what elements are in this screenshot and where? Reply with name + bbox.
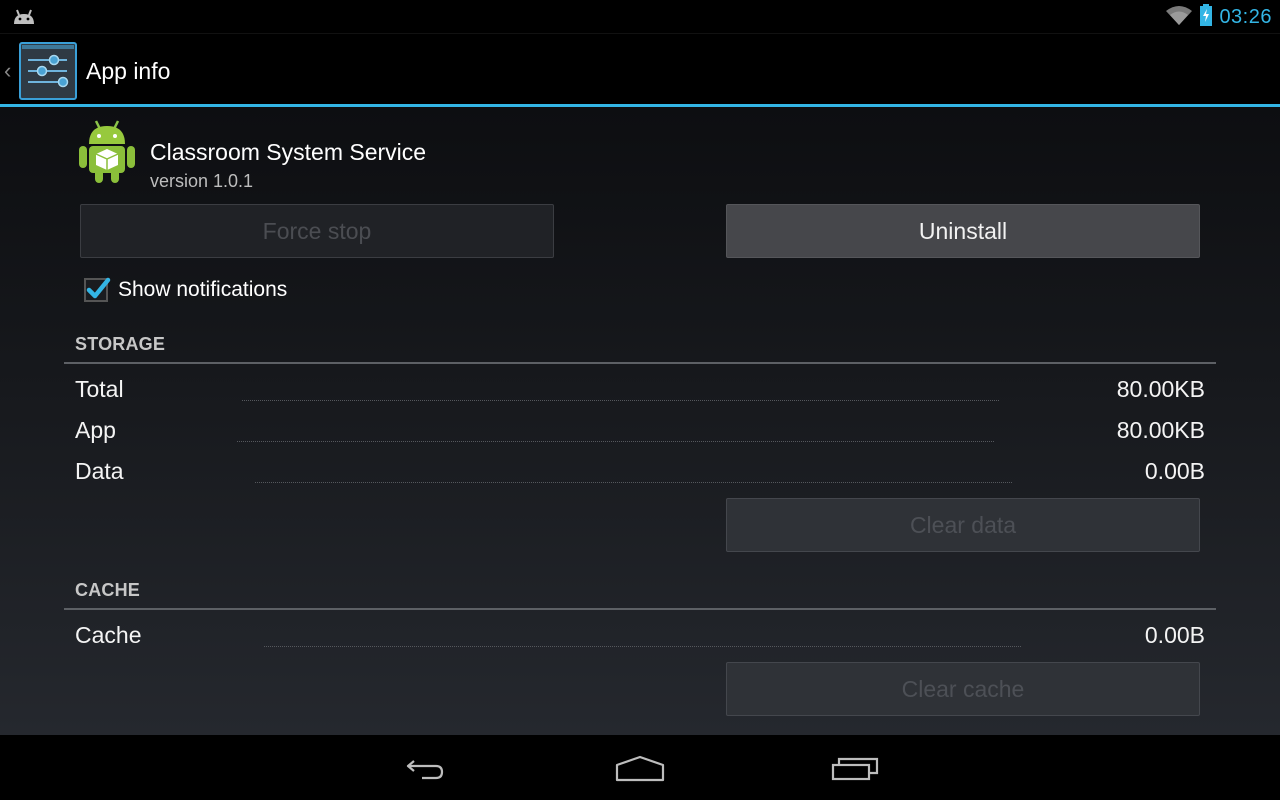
storage-label: Data: [75, 458, 124, 484]
page-title: App info: [86, 58, 171, 84]
cache-section-header: CACHE: [75, 580, 141, 600]
storage-row-data: Data 0.00B: [75, 458, 1205, 492]
action-bar: ‹ App info: [0, 33, 1280, 105]
dotted-leader: [242, 400, 999, 401]
storage-section-header: STORAGE: [75, 334, 166, 354]
up-caret-icon[interactable]: ‹: [4, 60, 11, 82]
storage-value: 80.00KB: [1116, 376, 1205, 402]
uninstall-button[interactable]: Uninstall: [726, 204, 1200, 258]
app-info-content: Classroom System Service version 1.0.1 F…: [0, 107, 1280, 735]
status-clock: 03:26: [1219, 5, 1272, 28]
storage-value: 80.00KB: [1116, 417, 1205, 443]
navigation-bar: [0, 735, 1280, 800]
clear-data-button[interactable]: Clear data: [726, 498, 1200, 552]
app-version: version 1.0.1: [150, 171, 254, 191]
android-app-icon: [78, 119, 138, 185]
storage-label: App: [75, 417, 116, 443]
status-bar: 03:26: [0, 0, 1280, 33]
cache-divider: [64, 608, 1216, 610]
back-icon[interactable]: [394, 749, 454, 789]
storage-divider: [64, 362, 1216, 364]
cache-row: Cache 0.00B: [75, 622, 1205, 656]
clear-cache-button[interactable]: Clear cache: [726, 662, 1200, 716]
dotted-leader: [237, 441, 994, 442]
settings-sliders-icon[interactable]: [19, 42, 77, 100]
battery-charging-icon: [1199, 3, 1213, 31]
wifi-icon: [1165, 4, 1193, 31]
show-notifications-label: Show notifications: [118, 278, 288, 301]
checkbox-checked-icon[interactable]: [84, 277, 111, 302]
app-name: Classroom System Service: [150, 139, 427, 165]
screen: 03:26 ‹ App info Classroom System Servic…: [0, 0, 1280, 800]
force-stop-button[interactable]: Force stop: [80, 204, 554, 258]
android-notification-icon: [12, 8, 36, 31]
storage-row-app: App 80.00KB: [75, 417, 1205, 451]
storage-row-total: Total 80.00KB: [75, 376, 1205, 410]
home-icon[interactable]: [610, 749, 670, 789]
storage-value: 0.00B: [1144, 458, 1205, 484]
recent-apps-icon[interactable]: [826, 749, 886, 789]
show-notifications-checkbox[interactable]: Show notifications: [84, 275, 287, 305]
cache-value: 0.00B: [1144, 622, 1205, 648]
dotted-leader: [255, 482, 1012, 483]
dotted-leader: [264, 646, 1021, 647]
storage-label: Total: [75, 376, 124, 402]
cache-label: Cache: [75, 622, 142, 648]
